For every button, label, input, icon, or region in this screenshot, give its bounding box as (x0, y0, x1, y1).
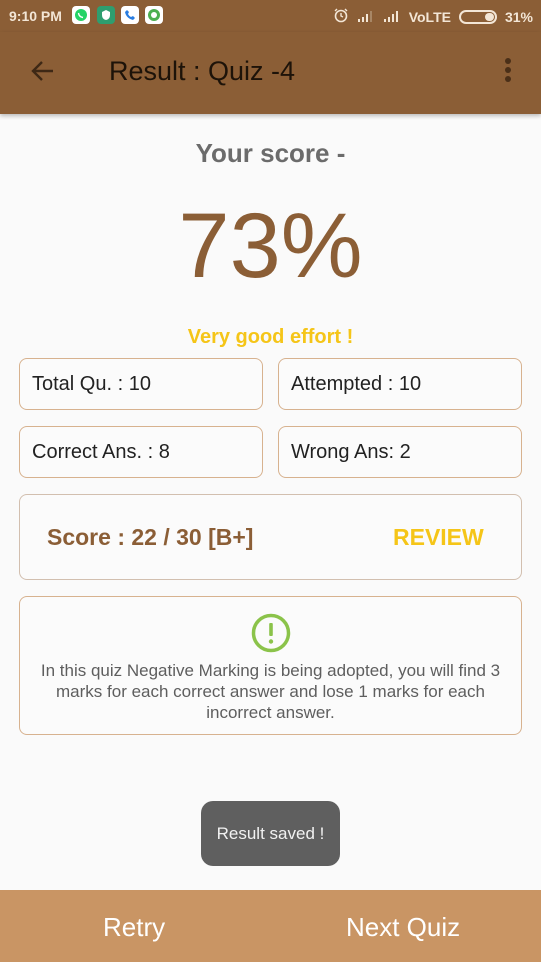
retry-button[interactable]: Retry (103, 912, 165, 943)
feedback-text: Very good effort ! (187, 326, 354, 348)
battery-percent: 31% (504, 8, 533, 25)
phone-icon (121, 6, 139, 24)
negative-marking-text: In this quiz Negative Marking is being a… (40, 661, 501, 722)
next-quiz-button[interactable]: Next Quiz (346, 912, 460, 943)
score-heading: Your score - (195, 138, 346, 168)
total-questions: Total Qu. : 10 (32, 372, 151, 395)
alarm-icon (333, 7, 349, 26)
correct-answers: Correct Ans. : 8 (32, 440, 170, 463)
score-line: Score : 22 / 30 [B+] (47, 524, 254, 550)
wrong-answers-card: Wrong Ans: 2 (278, 426, 522, 478)
whatsapp-icon (72, 6, 90, 24)
page-title: Result : Quiz -4 (109, 56, 296, 86)
chat-app-icon (145, 6, 163, 24)
wrong-answers: Wrong Ans: 2 (291, 440, 411, 463)
status-time: 9:10 PM (9, 8, 62, 24)
app-bar: Result : Quiz -4 (0, 32, 541, 114)
arrow-left-icon[interactable] (26, 54, 60, 88)
more-vert-icon[interactable] (496, 58, 520, 88)
toast-text: Result saved ! (216, 823, 325, 843)
correct-answers-card: Correct Ans. : 8 (19, 426, 263, 478)
score-percentage: 73% (178, 195, 363, 297)
attempted-card: Attempted : 10 (278, 358, 522, 410)
score-card: Score : 22 / 30 [B+] REVIEW (19, 494, 522, 580)
bottom-bar: Retry Next Quiz (0, 890, 541, 962)
shield-app-icon (97, 6, 115, 24)
status-right: VoLTE 31% (333, 7, 533, 26)
signal-icon-2 (383, 9, 401, 25)
network-type: VoLTE (408, 8, 451, 25)
status-bar: 9:10 PM VoLTE 31% (0, 0, 541, 32)
review-button[interactable]: REVIEW (393, 524, 484, 551)
signal-icon (357, 9, 375, 25)
toast-message: Result saved ! (201, 801, 340, 866)
total-questions-card: Total Qu. : 10 (19, 358, 263, 410)
battery-icon (458, 9, 497, 24)
attempted-count: Attempted : 10 (291, 372, 422, 395)
negative-marking-info-card: In this quiz Negative Marking is being a… (19, 596, 522, 735)
alert-circle-icon (251, 613, 291, 653)
